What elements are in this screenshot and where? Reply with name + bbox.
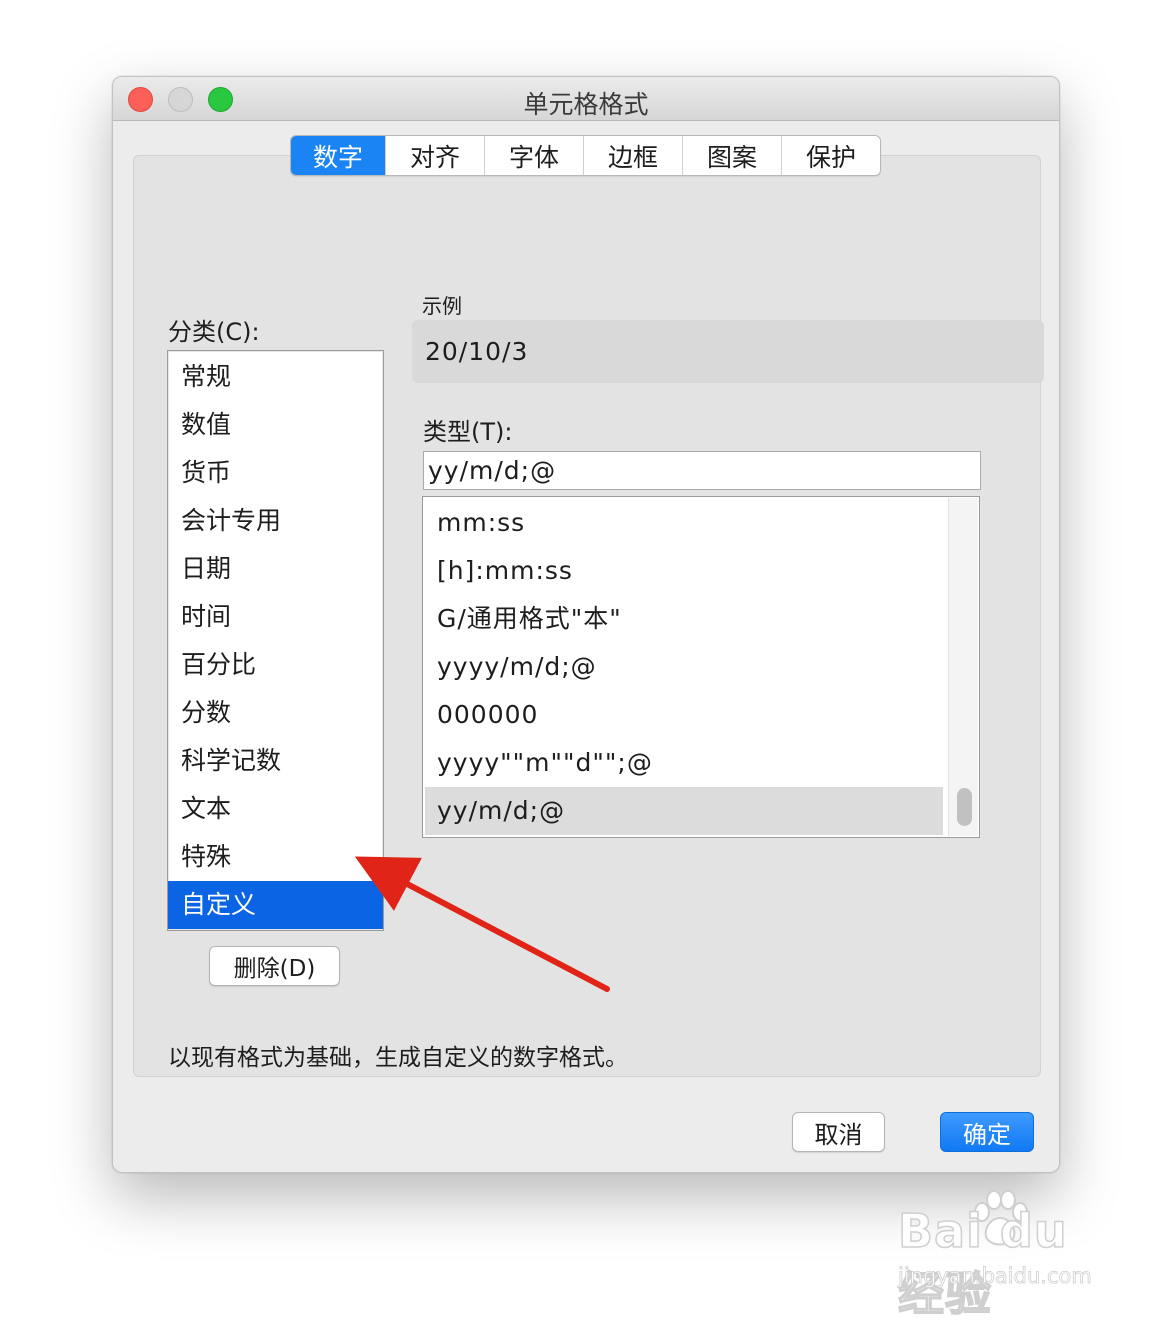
- category-item-special[interactable]: 特殊: [168, 833, 383, 881]
- tab-alignment[interactable]: 对齐: [385, 136, 484, 175]
- category-label: 分类(C):: [168, 318, 260, 346]
- watermark-logo-text: Bai du 经验: [897, 1203, 1068, 1322]
- type-input[interactable]: yy/m/d;@: [423, 451, 981, 490]
- delete-button[interactable]: 删除(D): [209, 946, 340, 986]
- category-item-custom[interactable]: 自定义: [168, 881, 383, 929]
- tab-content-panel: 分类(C): 常规 数值 货币 会计专用 日期 时间 百分比 分数 科学记数 文…: [133, 155, 1044, 1077]
- category-list[interactable]: 常规 数值 货币 会计专用 日期 时间 百分比 分数 科学记数 文本 特殊 自定…: [167, 350, 384, 931]
- category-item-number[interactable]: 数值: [168, 401, 383, 449]
- ok-button[interactable]: 确定: [940, 1112, 1034, 1152]
- category-item-time[interactable]: 时间: [168, 593, 383, 641]
- baidu-jingyan-watermark: Bai du 经验 jingyan.baidu.com: [897, 1190, 1112, 1322]
- category-item-general[interactable]: 常规: [168, 353, 383, 401]
- tab-font[interactable]: 字体: [484, 136, 583, 175]
- category-item-text[interactable]: 文本: [168, 785, 383, 833]
- category-description: 以现有格式为基础，生成自定义的数字格式。: [168, 1045, 628, 1071]
- tab-bar: 数字 对齐 字体 边框 图案 保护: [290, 135, 881, 176]
- category-item-scientific[interactable]: 科学记数: [168, 737, 383, 785]
- category-item-percentage[interactable]: 百分比: [168, 641, 383, 689]
- tab-pattern[interactable]: 图案: [682, 136, 781, 175]
- scrollbar-thumb[interactable]: [957, 788, 972, 826]
- type-item[interactable]: mm:ss: [425, 499, 943, 547]
- tab-number[interactable]: 数字: [291, 136, 385, 175]
- sample-preview: 20/10/3: [412, 320, 1044, 383]
- sample-label: 示例: [422, 294, 462, 318]
- category-item-fraction[interactable]: 分数: [168, 689, 383, 737]
- type-item[interactable]: [h]:mm:ss: [425, 547, 943, 595]
- format-cells-dialog: 单元格格式 分类(C): 常规 数值 货币 会计专用 日期 时间 百分比 分数 …: [112, 76, 1060, 1173]
- tab-protection[interactable]: 保护: [781, 136, 880, 175]
- category-item-accounting[interactable]: 会计专用: [168, 497, 383, 545]
- type-item-selected[interactable]: yy/m/d;@: [425, 787, 943, 835]
- type-item[interactable]: yyyy""m""d"";@: [425, 739, 943, 787]
- type-item[interactable]: yyyy/m/d;@: [425, 643, 943, 691]
- type-list-scrollbar[interactable]: [948, 498, 978, 836]
- category-item-currency[interactable]: 货币: [168, 449, 383, 497]
- cancel-button[interactable]: 取消: [792, 1112, 885, 1152]
- category-item-date[interactable]: 日期: [168, 545, 383, 593]
- tab-border[interactable]: 边框: [583, 136, 682, 175]
- window-title: 单元格格式: [523, 90, 649, 119]
- type-label: 类型(T):: [423, 418, 513, 446]
- type-item[interactable]: 000000: [425, 691, 943, 739]
- watermark-url: jingyan.baidu.com: [898, 1264, 1093, 1289]
- type-item[interactable]: G/通用格式"本": [425, 595, 943, 643]
- type-list[interactable]: mm:ss [h]:mm:ss G/通用格式"本" yyyy/m/d;@ 000…: [422, 496, 980, 838]
- title-bar[interactable]: 单元格格式: [113, 77, 1059, 121]
